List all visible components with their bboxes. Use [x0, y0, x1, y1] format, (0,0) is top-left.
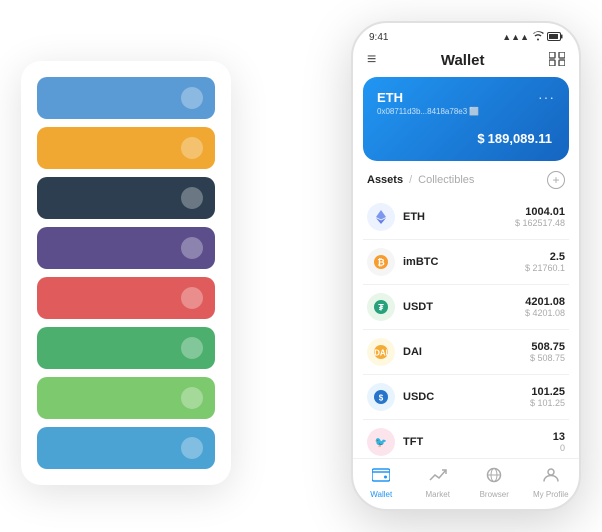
nav-browser[interactable]: Browser [466, 467, 523, 499]
usdt-name: USDT [403, 301, 525, 313]
svg-text:DAI: DAI [374, 349, 388, 358]
imbtc-name: imBTC [403, 256, 525, 268]
usdc-name: USDC [403, 391, 530, 403]
nav-wallet[interactable]: Wallet [353, 467, 410, 499]
profile-nav-icon [542, 467, 560, 488]
eth-card: ETH ··· 0x08711d3b...8418a78e3 ⬜ $189,08… [363, 77, 569, 161]
asset-row-eth[interactable]: ETH 1004.01 $ 162517.48 [363, 195, 569, 240]
tab-divider: / [409, 174, 412, 186]
market-nav-label: Market [426, 490, 450, 499]
usdc-icon: $ [367, 383, 395, 411]
card-stack [21, 61, 231, 485]
eth-name: ETH [403, 211, 515, 223]
market-nav-icon [429, 467, 447, 488]
scene: 9:41 ▲▲▲ ≡ Wallet ETH ··· [21, 21, 581, 511]
bottom-nav: Wallet Market Browser My Profile [353, 458, 579, 509]
svg-text:🐦: 🐦 [375, 438, 387, 449]
svg-text:₿: ₿ [377, 258, 384, 268]
card-item [37, 427, 215, 469]
usdt-usd-value: $ 4201.08 [525, 308, 565, 318]
card-item [37, 77, 215, 119]
add-asset-button[interactable]: + [547, 171, 565, 189]
assets-tab-active[interactable]: Assets [367, 174, 403, 186]
tft-amount: 13 0 [553, 431, 565, 453]
tft-usd-value: 0 [553, 443, 565, 453]
status-bar: 9:41 ▲▲▲ [353, 23, 579, 47]
expand-icon[interactable] [549, 52, 565, 69]
eth-card-header: ETH ··· [377, 89, 555, 105]
assets-tab-collectibles[interactable]: Collectibles [418, 174, 474, 186]
usdc-amount-value: 101.25 [530, 386, 565, 398]
asset-row-imbtc[interactable]: ₿ imBTC 2.5 $ 21760.1 [363, 240, 569, 285]
usdt-amount: 4201.08 $ 4201.08 [525, 296, 565, 318]
phone-header: ≡ Wallet [353, 47, 579, 77]
assets-header: Assets / Collectibles + [353, 161, 579, 195]
wifi-icon [532, 31, 544, 43]
dai-name: DAI [403, 346, 530, 358]
dai-icon: DAI [367, 338, 395, 366]
tft-icon: 🐦 [367, 428, 395, 456]
menu-icon[interactable]: ≡ [367, 51, 376, 69]
balance-value: 189,089.11 [488, 131, 552, 146]
card-item [37, 177, 215, 219]
usdc-usd-value: $ 101.25 [530, 398, 565, 408]
status-icons: ▲▲▲ [502, 31, 563, 43]
browser-nav-label: Browser [480, 490, 509, 499]
asset-row-usdc[interactable]: $ USDC 101.25 $ 101.25 [363, 375, 569, 420]
usdc-amount: 101.25 $ 101.25 [530, 386, 565, 408]
card-item [37, 377, 215, 419]
svg-text:$: $ [379, 394, 384, 403]
imbtc-icon: ₿ [367, 248, 395, 276]
asset-row-dai[interactable]: DAI DAI 508.75 $ 508.75 [363, 330, 569, 375]
status-time: 9:41 [369, 32, 388, 43]
battery-icon [547, 32, 563, 43]
eth-icon [367, 203, 395, 231]
eth-card-menu[interactable]: ··· [538, 89, 555, 105]
asset-row-usdt[interactable]: ₮ USDT 4201.08 $ 4201.08 [363, 285, 569, 330]
tft-name: TFT [403, 436, 553, 448]
card-item [37, 227, 215, 269]
assets-tabs: Assets / Collectibles [367, 174, 474, 186]
card-item [37, 127, 215, 169]
eth-usd-value: $ 162517.48 [515, 218, 565, 228]
wallet-nav-icon [372, 467, 390, 488]
card-item [37, 327, 215, 369]
signal-icon: ▲▲▲ [502, 32, 529, 42]
usdt-icon: ₮ [367, 293, 395, 321]
tft-amount-value: 13 [553, 431, 565, 443]
eth-card-balance: $189,089.11 [377, 126, 555, 149]
imbtc-usd-value: $ 21760.1 [525, 263, 565, 273]
imbtc-amount-value: 2.5 [525, 251, 565, 263]
nav-profile[interactable]: My Profile [523, 467, 580, 499]
dai-amount: 508.75 $ 508.75 [530, 341, 565, 363]
eth-amount: 1004.01 $ 162517.48 [515, 206, 565, 228]
wallet-nav-label: Wallet [370, 490, 392, 499]
dai-usd-value: $ 508.75 [530, 353, 565, 363]
page-title: Wallet [441, 52, 485, 69]
balance-currency: $ [477, 131, 484, 146]
usdt-amount-value: 4201.08 [525, 296, 565, 308]
imbtc-amount: 2.5 $ 21760.1 [525, 251, 565, 273]
dai-amount-value: 508.75 [530, 341, 565, 353]
eth-card-address: 0x08711d3b...8418a78e3 ⬜ [377, 107, 555, 116]
card-item [37, 277, 215, 319]
eth-amount-value: 1004.01 [515, 206, 565, 218]
phone-mockup: 9:41 ▲▲▲ ≡ Wallet ETH ··· [351, 21, 581, 511]
browser-nav-icon [485, 467, 503, 488]
svg-text:₮: ₮ [378, 303, 384, 313]
profile-nav-label: My Profile [533, 490, 569, 499]
eth-card-title: ETH [377, 90, 403, 105]
nav-market[interactable]: Market [410, 467, 467, 499]
asset-list: ETH 1004.01 $ 162517.48 ₿ imBTC 2.5 $ 21… [353, 195, 579, 458]
asset-row-tft[interactable]: 🐦 TFT 13 0 [363, 420, 569, 458]
